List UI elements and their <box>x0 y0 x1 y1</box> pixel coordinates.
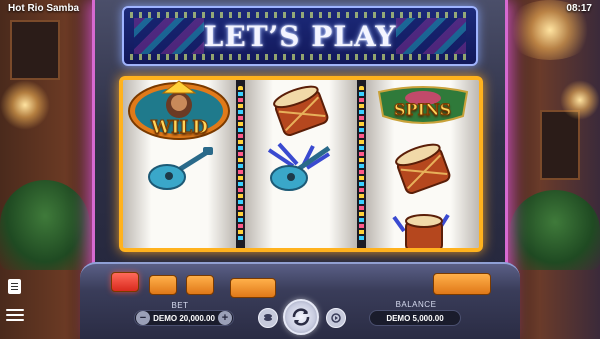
deck-button-3[interactable] <box>230 278 276 298</box>
marquee-pattern <box>396 18 466 54</box>
reels-window: WILD SPINS <box>119 76 483 252</box>
menu-icon-bar <box>6 309 24 311</box>
ukulele-symbol <box>123 140 236 198</box>
street-lamp <box>0 80 50 130</box>
balance-label: BALANCE <box>395 300 437 309</box>
game-title: Hot Rio Samba <box>8 3 80 14</box>
bet-value: DEMO 20,000.00 <box>153 313 215 323</box>
autoplay-button[interactable] <box>326 308 346 328</box>
spin-button[interactable] <box>283 299 319 335</box>
bet-increase-button[interactable]: + <box>218 311 232 325</box>
wild-label: WILD <box>150 117 208 139</box>
building-window <box>540 110 580 180</box>
bet-decrease-button[interactable]: − <box>136 311 150 325</box>
reel-3: SPINS <box>366 80 479 248</box>
menu-icon-bar <box>6 319 24 321</box>
bet-label: BET <box>171 301 189 310</box>
spins-label: SPINS <box>393 100 452 120</box>
drum-icon <box>394 143 450 195</box>
free-spins-symbol: SPINS <box>366 82 479 140</box>
coins-icon <box>264 314 272 321</box>
clock: 08:17 <box>566 3 592 14</box>
drum-symbol <box>366 198 479 248</box>
ukulele-icon <box>148 147 214 190</box>
deck-button-1[interactable] <box>149 275 177 295</box>
marquee-title: LET’S PLAY <box>203 19 397 53</box>
reel-divider <box>235 80 245 248</box>
autoplay-icon <box>331 313 341 323</box>
ukulele-feather-icon <box>267 142 331 191</box>
marquee-pattern <box>134 18 204 54</box>
drum-symbol <box>245 82 358 140</box>
max-bet-button[interactable] <box>111 272 139 292</box>
drum-icon <box>273 85 329 137</box>
coin-settings-button[interactable] <box>258 308 278 328</box>
status-bar: Hot Rio Samba 08:17 <box>0 0 600 18</box>
menu-icon-bar <box>6 314 24 316</box>
menu-button[interactable] <box>6 309 24 325</box>
balance-display: DEMO 5,000.00 <box>369 310 461 326</box>
reel-1: WILD <box>123 80 236 248</box>
plant <box>510 190 600 270</box>
spin-arrows-icon <box>292 308 310 326</box>
wild-symbol: WILD <box>123 80 236 140</box>
reel-2 <box>244 80 358 248</box>
balance-value: DEMO 5,000.00 <box>386 313 444 323</box>
deck-button-2[interactable] <box>186 275 214 295</box>
reel-divider <box>357 80 367 248</box>
ukulele-feather-symbol <box>245 140 358 198</box>
deck-button-4[interactable] <box>433 273 491 295</box>
paytable-button[interactable] <box>8 279 21 294</box>
building-window <box>10 20 60 80</box>
drum-icon <box>391 213 450 248</box>
drum-symbol <box>366 140 479 198</box>
street-lamp <box>560 80 600 120</box>
plant <box>0 180 90 270</box>
